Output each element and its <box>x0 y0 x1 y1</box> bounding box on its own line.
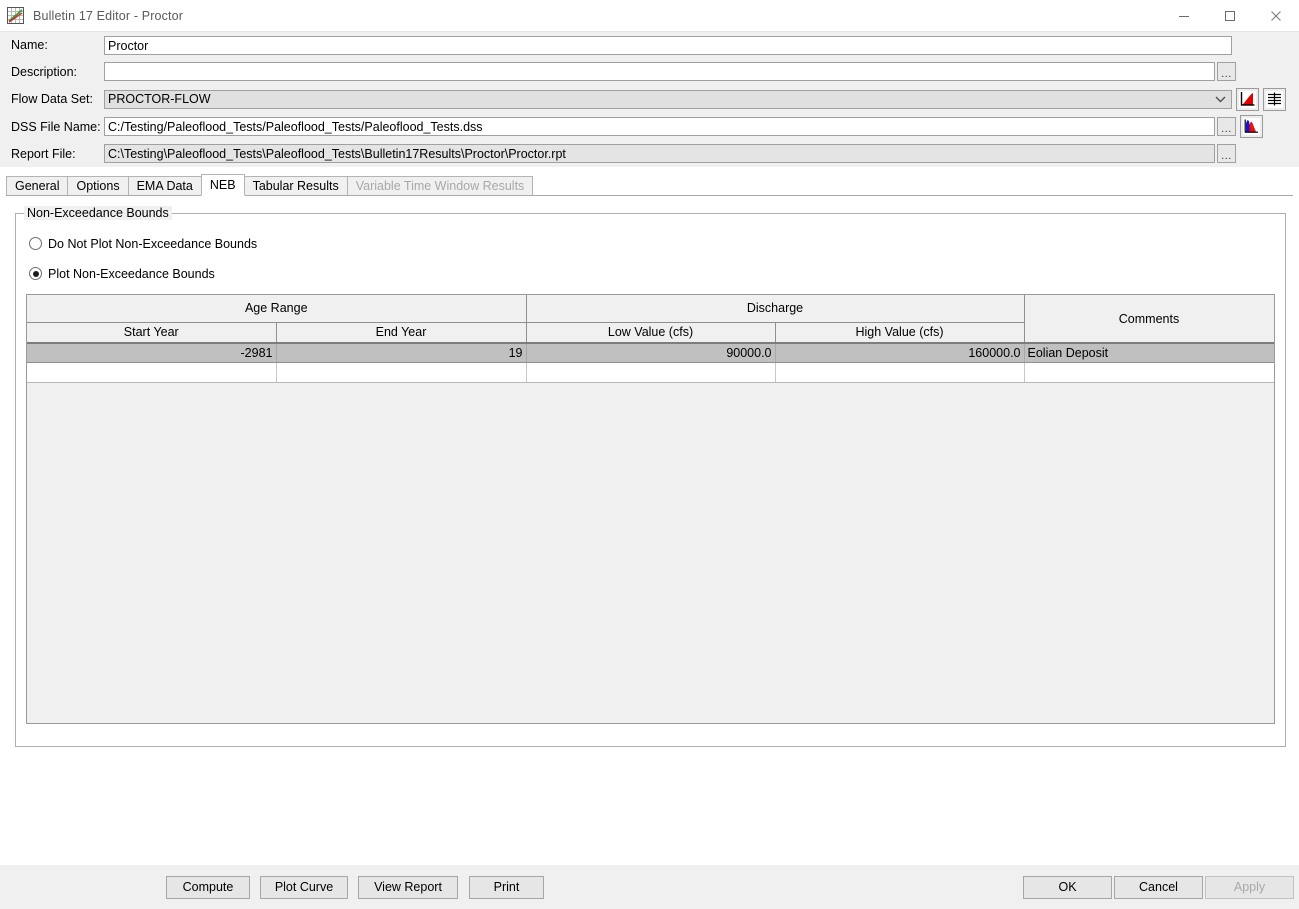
tab-general[interactable]: General <box>6 176 69 195</box>
plot-curve-button[interactable]: Plot Curve <box>260 876 348 899</box>
cell-comments[interactable]: Eolian Deposit <box>1024 343 1274 363</box>
radio-do-not-plot-neb[interactable] <box>29 237 42 250</box>
header-age-range[interactable]: Age Range <box>27 295 527 323</box>
header-high-value[interactable]: High Value (cfs) <box>775 322 1025 344</box>
footer-button-bar: Compute Plot Curve View Report Print OK … <box>0 865 1299 909</box>
cell-start-year[interactable] <box>27 362 277 383</box>
tab-variable-time-window-results: Variable Time Window Results <box>346 176 534 195</box>
report-file-label: Report File: <box>11 146 76 161</box>
cell-end-year[interactable]: 19 <box>276 343 527 363</box>
data-table-icon <box>1266 90 1283 108</box>
table-row[interactable]: -2981 19 90000.0 160000.0 Eolian Deposit <box>27 343 1274 363</box>
title-bar: Bulletin 17 Editor - Proctor <box>0 0 1299 32</box>
report-file-row: Report File: C:\Testing\Paleoflood_Tests… <box>0 140 1299 167</box>
name-input[interactable]: Proctor <box>104 35 1232 55</box>
description-label: Description: <box>11 64 77 79</box>
neb-table-container[interactable]: Age Range Discharge Comments Start Year … <box>26 294 1275 724</box>
tab-neb[interactable]: NEB <box>200 174 245 196</box>
close-icon[interactable] <box>1253 0 1299 31</box>
header-low-value[interactable]: Low Value (cfs) <box>526 322 776 344</box>
data-table-icon-button[interactable] <box>1263 87 1286 111</box>
tab-options[interactable]: Options <box>67 176 129 195</box>
cell-low-value[interactable] <box>526 362 776 383</box>
group-title: Non-Exceedance Bounds <box>24 206 172 220</box>
red-curve-plot-icon <box>1239 90 1256 108</box>
name-row: Name: Proctor <box>0 32 1299 58</box>
chevron-down-icon <box>1215 91 1226 108</box>
apply-button: Apply <box>1205 876 1294 899</box>
print-button[interactable]: Print <box>469 876 544 899</box>
header-comments[interactable]: Comments <box>1024 295 1274 344</box>
name-label: Name: <box>11 38 48 52</box>
dss-file-name-row: DSS File Name: C:/Testing/Paleoflood_Tes… <box>0 113 1299 140</box>
table-row[interactable] <box>27 362 1274 383</box>
flow-data-set-value: PROCTOR-FLOW <box>108 91 211 106</box>
tab-strip: General Options EMA Data NEB Tabular Res… <box>6 174 1293 196</box>
maximize-icon[interactable] <box>1207 0 1253 31</box>
description-row: Description: ... <box>0 58 1299 85</box>
report-file-input[interactable]: C:\Testing\Paleoflood_Tests\Paleoflood_T… <box>104 144 1215 163</box>
non-exceedance-bounds-group: Non-Exceedance Bounds Do Not Plot Non-Ex… <box>15 206 1286 747</box>
dss-file-name-input[interactable]: C:/Testing/Paleoflood_Tests/Paleoflood_T… <box>104 117 1215 136</box>
radio-plot-neb[interactable] <box>29 267 42 280</box>
tab-tabular-results[interactable]: Tabular Results <box>243 176 348 195</box>
header-form: Name: Proctor Description: ... Flow Data… <box>0 32 1299 167</box>
cell-high-value[interactable] <box>775 362 1025 383</box>
header-end-year[interactable]: End Year <box>276 322 527 344</box>
compute-button[interactable]: Compute <box>166 876 250 899</box>
window-title: Bulletin 17 Editor - Proctor <box>33 8 184 23</box>
histogram-icon-button[interactable] <box>1240 115 1263 138</box>
cell-comments[interactable] <box>1024 362 1274 383</box>
radio-plot-label: Plot Non-Exceedance Bounds <box>48 266 215 281</box>
cell-low-value[interactable]: 90000.0 <box>526 343 776 363</box>
table-group-header-row: Age Range Discharge Comments <box>27 295 1274 344</box>
cell-start-year[interactable]: -2981 <box>27 343 277 363</box>
description-browse-button[interactable]: ... <box>1217 62 1236 81</box>
radio-do-not-plot-row[interactable]: Do Not Plot Non-Exceedance Bounds <box>29 233 1285 254</box>
description-input[interactable] <box>104 62 1215 81</box>
header-discharge[interactable]: Discharge <box>526 295 1025 323</box>
chart-lines-icon <box>7 7 24 24</box>
dss-file-browse-button[interactable]: ... <box>1217 117 1236 136</box>
radio-do-not-plot-label: Do Not Plot Non-Exceedance Bounds <box>48 236 258 251</box>
cancel-button[interactable]: Cancel <box>1114 876 1203 899</box>
tab-ema-data[interactable]: EMA Data <box>127 176 202 195</box>
dss-file-name-label: DSS File Name: <box>11 119 101 134</box>
flow-data-set-select[interactable]: PROCTOR-FLOW <box>104 89 1232 109</box>
radio-plot-row[interactable]: Plot Non-Exceedance Bounds <box>29 263 1285 284</box>
flow-data-set-row: Flow Data Set: PROCTOR-FLOW <box>0 85 1299 113</box>
plot-curve-icon-button[interactable] <box>1236 87 1259 111</box>
flow-data-set-label: Flow Data Set: <box>11 92 93 106</box>
neb-table: Age Range Discharge Comments Start Year … <box>27 295 1274 383</box>
report-file-browse-button[interactable]: ... <box>1217 144 1236 163</box>
cell-high-value[interactable]: 160000.0 <box>775 343 1025 363</box>
cell-end-year[interactable] <box>276 362 527 383</box>
minimize-icon[interactable] <box>1161 0 1207 31</box>
window-controls <box>1161 0 1299 31</box>
ok-button[interactable]: OK <box>1023 876 1112 899</box>
blue-red-histogram-icon <box>1243 118 1260 135</box>
header-start-year[interactable]: Start Year <box>27 322 277 344</box>
view-report-button[interactable]: View Report <box>358 876 458 899</box>
